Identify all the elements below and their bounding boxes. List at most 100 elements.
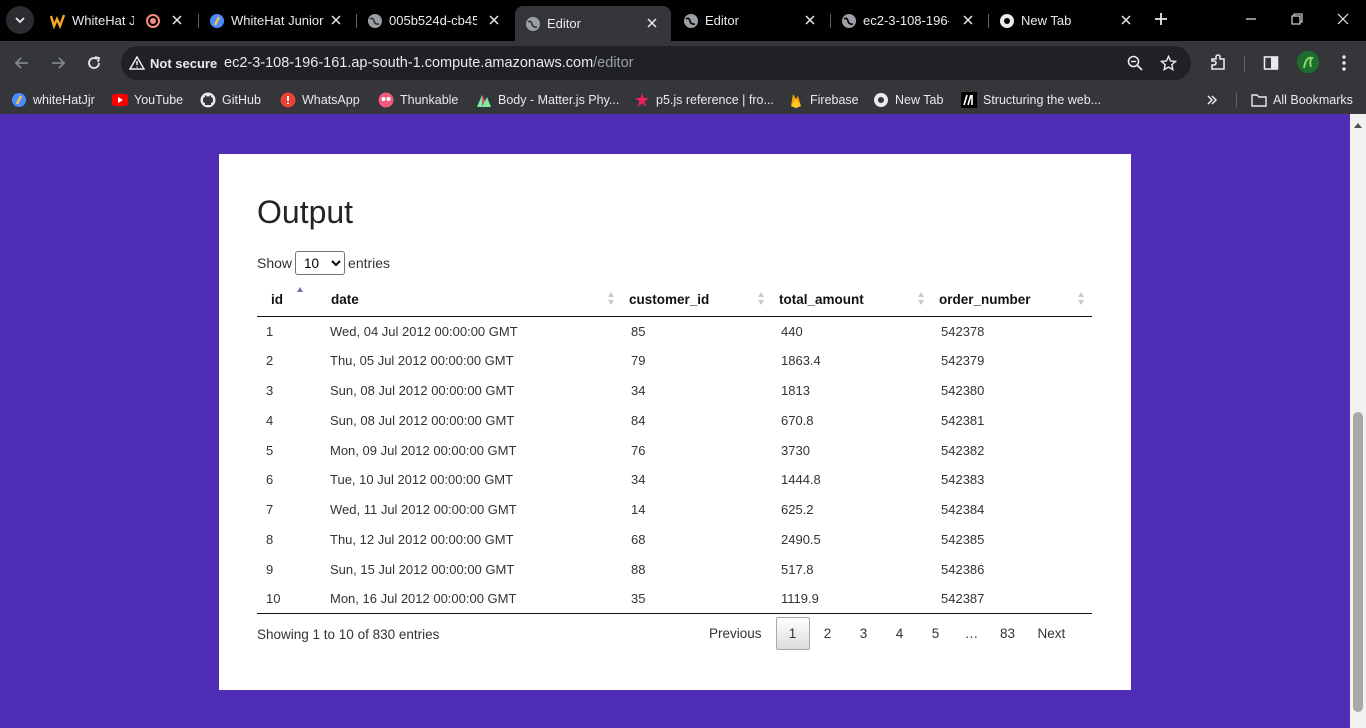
close-tab-icon[interactable] (485, 11, 503, 29)
page-button[interactable]: 3 (846, 617, 882, 650)
column-header-id[interactable]: id (257, 284, 321, 317)
next-page-button[interactable]: Next (1028, 617, 1076, 650)
back-button[interactable] (9, 50, 35, 76)
page-button-current[interactable]: 1 (775, 617, 810, 650)
cell-order-number: 542383 (941, 472, 985, 488)
bookmark-label: WhatsApp (302, 92, 360, 107)
zoom-button[interactable] (1125, 53, 1145, 73)
close-icon (1337, 13, 1349, 25)
previous-page-button[interactable]: Previous (699, 617, 772, 650)
bookmark-item[interactable]: Structuring the web... (961, 91, 1101, 108)
bookmark-item[interactable]: New Tab (873, 91, 943, 108)
whitehat-icon (11, 92, 27, 108)
tab-title: Editor (547, 16, 581, 31)
browser-menu-button[interactable] (1331, 50, 1357, 76)
show-label: Show (257, 255, 293, 271)
cell-id: 9 (266, 561, 274, 577)
close-tab-icon[interactable] (643, 14, 661, 32)
browser-tab[interactable]: New Tab (989, 6, 1145, 35)
extensions-button[interactable] (1205, 50, 1231, 76)
page-length-select[interactable]: 10 (295, 251, 346, 275)
table-body: 1 Wed, 04 Jul 2012 00:00:00 GMT 85 440 54237… (257, 316, 1092, 615)
warning-icon (129, 56, 145, 70)
bookmark-item[interactable]: whiteHatJjr (11, 91, 95, 108)
close-window-button[interactable] (1332, 8, 1354, 30)
table-row: 9 Sun, 15 Jul 2012 00:00:00 GMT 88 517.8 542… (257, 554, 1092, 584)
page-button[interactable]: 5 (918, 617, 954, 650)
table-header-row: id date customer_id total_amount order_n… (257, 284, 1092, 317)
globe-icon (525, 16, 541, 32)
cell-id: 6 (266, 472, 274, 488)
column-header-date[interactable]: date (321, 284, 622, 317)
reload-icon (88, 56, 101, 69)
tab-strip: WhiteHat Jr WhiteHat Junior 005b524d-cb4… (0, 0, 1366, 41)
url-text[interactable]: ec2-3-108-196-161.ap-south-1.compute.ama… (224, 55, 633, 71)
browser-tab[interactable]: ec2-3-108-196-1 (831, 6, 987, 35)
close-tab-icon[interactable] (327, 11, 345, 29)
address-bar[interactable]: Not secure ec2-3-108-196-161.ap-south-1.… (121, 46, 1191, 80)
all-bookmarks-button[interactable]: All Bookmarks (1251, 91, 1353, 108)
minimize-button[interactable] (1240, 8, 1262, 30)
cell-date: Tue, 10 Jul 2012 00:00:00 GMT (330, 472, 514, 488)
cell-total-amount: 440 (781, 323, 803, 339)
bookmark-item[interactable]: Thunkable (378, 91, 458, 108)
cell-date: Thu, 05 Jul 2012 00:00:00 GMT (330, 353, 514, 369)
reload-button[interactable] (81, 50, 107, 76)
profile-avatar[interactable] (1297, 51, 1319, 73)
cell-customer-id: 84 (631, 412, 646, 428)
side-panel-button[interactable] (1258, 50, 1284, 76)
bookmark-star-button[interactable] (1158, 53, 1178, 73)
cell-order-number: 542379 (941, 353, 985, 369)
table-row: 10 Mon, 16 Jul 2012 00:00:00 GMT 35 1119.9 5… (257, 584, 1092, 615)
browser-tab-active[interactable]: Editor (515, 6, 671, 41)
whitehat-icon (50, 13, 66, 29)
bookmark-label: Body - Matter.js Phy... (498, 92, 620, 107)
browser-tab[interactable]: Editor (673, 6, 829, 35)
column-header-total-amount[interactable]: total_amount (772, 284, 932, 317)
browser-tab[interactable]: WhiteHat Junior (199, 6, 355, 35)
scrollbar-thumb[interactable] (1353, 412, 1363, 712)
new-tab-button[interactable] (1150, 8, 1172, 30)
cell-date: Sun, 15 Jul 2012 00:00:00 GMT (330, 561, 515, 577)
github-icon (200, 92, 216, 108)
page-button[interactable]: 83 (990, 617, 1026, 650)
bookmark-item[interactable]: p5.js reference | fro... (634, 91, 774, 108)
bookmark-item[interactable]: GitHub (200, 91, 261, 108)
bookmark-item[interactable]: YouTube (112, 91, 183, 108)
globe-icon (841, 13, 857, 29)
restore-button[interactable] (1286, 8, 1308, 30)
forward-button[interactable] (45, 50, 71, 76)
bookmark-item[interactable]: WhatsApp (280, 91, 360, 108)
side-panel-icon (1263, 56, 1279, 70)
folder-icon (1251, 92, 1267, 108)
tab-search-button[interactable] (6, 6, 34, 34)
bookmark-item[interactable]: Firebase (788, 91, 859, 108)
cell-total-amount: 3730 (781, 442, 810, 458)
chrome-icon (873, 92, 889, 108)
more-bookmarks-button[interactable] (1203, 91, 1221, 109)
browser-tab[interactable]: 005b524d-cb45 (357, 6, 513, 35)
scroll-up-arrow-icon[interactable] (1354, 123, 1362, 128)
table-row: 6 Tue, 10 Jul 2012 00:00:00 GMT 34 1444.8 54… (257, 465, 1092, 495)
browser-tab[interactable]: WhiteHat Jr (40, 6, 196, 35)
close-tab-icon[interactable] (168, 11, 186, 29)
cell-order-number: 542385 (941, 531, 985, 547)
cell-total-amount: 1813 (781, 382, 810, 398)
page-button[interactable]: 2 (810, 617, 846, 650)
close-tab-icon[interactable] (1117, 11, 1135, 29)
cell-date: Wed, 04 Jul 2012 00:00:00 GMT (330, 323, 518, 339)
close-tab-icon[interactable] (959, 11, 977, 29)
tab-title: ec2-3-108-196-1 (863, 13, 949, 28)
page-scrollbar[interactable] (1350, 114, 1366, 728)
column-header-order-number[interactable]: order_number (932, 284, 1092, 317)
cell-customer-id: 14 (631, 502, 646, 518)
column-header-customer-id[interactable]: customer_id (622, 284, 772, 317)
security-chip[interactable]: Not secure (129, 52, 217, 74)
cell-id: 4 (266, 412, 274, 428)
table-row: 8 Thu, 12 Jul 2012 00:00:00 GMT 68 2490.5 54… (257, 525, 1092, 555)
bookmark-item[interactable]: Body - Matter.js Phy... (476, 91, 619, 108)
bookmark-label: Firebase (810, 92, 859, 107)
cell-date: Mon, 09 Jul 2012 00:00:00 GMT (330, 442, 517, 458)
close-tab-icon[interactable] (801, 11, 819, 29)
page-button[interactable]: 4 (882, 617, 918, 650)
